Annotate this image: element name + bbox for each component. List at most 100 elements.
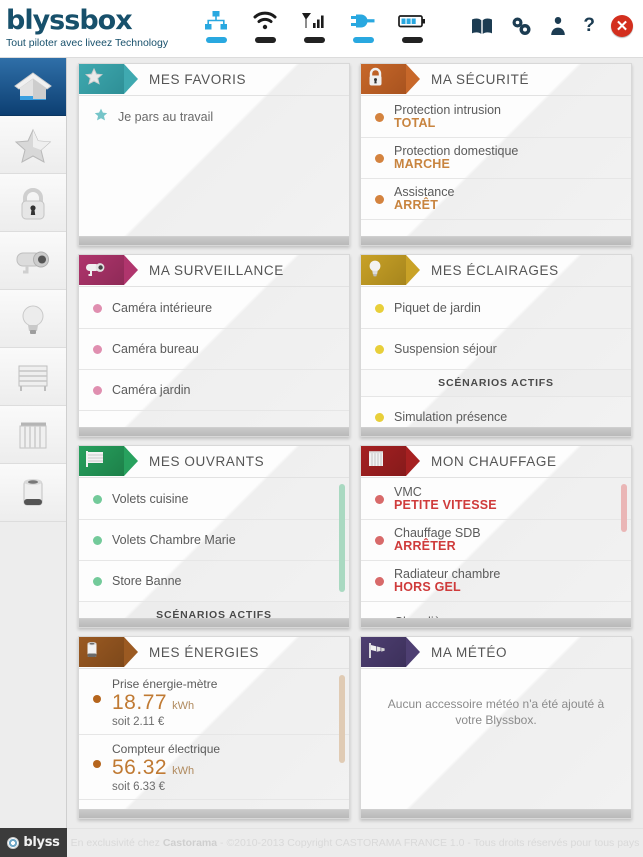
star-icon bbox=[84, 67, 104, 92]
energy-label: Prise énergie-mètre bbox=[112, 677, 218, 691]
help-icon[interactable]: ? bbox=[583, 15, 595, 36]
device-name: Caméra bureau bbox=[112, 342, 199, 356]
list-item[interactable]: Assistance ARRÊT bbox=[361, 179, 631, 220]
panel-title-energies: MES ÉNERGIES bbox=[149, 645, 259, 660]
list-item[interactable]: Store Banne bbox=[79, 561, 349, 602]
camera-icon bbox=[16, 251, 49, 273]
app-window: blyssbox Tout piloter avec liveez Techno… bbox=[0, 0, 643, 857]
panel-header-ouvrants: MES OUVRANTS bbox=[79, 446, 349, 478]
list-item[interactable]: Volets cuisine bbox=[79, 479, 349, 520]
footer-suffix: - ©2010-2013 Copyright CASTORAMA FRANCE … bbox=[217, 837, 640, 849]
panel-securite: MA SÉCURITÉ Protection intrusion TOTAL Prot… bbox=[360, 63, 632, 246]
radiator-icon bbox=[19, 422, 47, 448]
list-item[interactable]: Je pars au travail bbox=[79, 97, 349, 137]
house-icon bbox=[14, 71, 52, 100]
status-dot bbox=[93, 576, 102, 586]
panel-badge-eclairages bbox=[361, 255, 420, 285]
scenario-name: Simulation présence bbox=[394, 410, 508, 424]
list-item[interactable]: Piquet de jardin bbox=[361, 288, 631, 329]
panel-meteo: MA MÉTÉO Aucun accessoire météo n'a été a… bbox=[360, 636, 632, 819]
sidebar-item-surveillance[interactable] bbox=[0, 232, 66, 290]
status-dot bbox=[375, 194, 384, 204]
scenario-item[interactable]: Simulation présence bbox=[361, 397, 631, 428]
panel-header-energies: MES ÉNERGIES bbox=[79, 637, 349, 669]
status-dot bbox=[93, 695, 101, 703]
list-item[interactable]: Protection domestique MARCHE bbox=[361, 138, 631, 179]
sidebar-item-energy[interactable] bbox=[0, 464, 66, 522]
power-plug-icon bbox=[350, 8, 376, 34]
panel-header-surveillance: MA SURVEILLANCE bbox=[79, 255, 349, 287]
panel-chauffage: MON CHAUFFAGE VMC PETITE VITESSE Chauffage … bbox=[360, 445, 632, 628]
panel-body-energies: Prise énergie-mètre 18.77 kWh soit 2.11 € Co… bbox=[79, 670, 349, 810]
energy-cost: soit 2.11 € bbox=[112, 716, 165, 728]
sidebar-item-shutters[interactable] bbox=[0, 348, 66, 406]
device-name: Chaudière bbox=[394, 615, 452, 619]
close-icon-label: ✕ bbox=[615, 17, 629, 35]
panel-header-eclairages: MES ÉCLAIRAGES bbox=[361, 255, 631, 287]
radiator-icon bbox=[366, 449, 386, 474]
device-name: Caméra jardin bbox=[112, 383, 191, 397]
list-item-text: Protection intrusion TOTAL bbox=[394, 104, 501, 130]
brand-logo: blyssbox Tout piloter avec liveez Techno… bbox=[6, 5, 168, 50]
list-item[interactable]: Protection intrusion TOTAL bbox=[361, 97, 631, 138]
status-dot bbox=[93, 494, 102, 504]
list-item[interactable]: Radiateur chambre HORS GEL bbox=[361, 561, 631, 602]
energy-item[interactable]: Prise énergie-mètre 18.77 kWh soit 2.11 € bbox=[79, 670, 349, 735]
favorite-label: Je pars au travail bbox=[118, 110, 214, 124]
sidebar-item-home[interactable] bbox=[0, 58, 66, 116]
list-item[interactable]: VMC PETITE VITESSE bbox=[361, 479, 631, 520]
panel-badge-energies bbox=[79, 637, 138, 667]
list-item[interactable]: Caméra jardin bbox=[79, 370, 349, 411]
status-dot bbox=[375, 412, 384, 422]
panel-title-eclairages: MES ÉCLAIRAGES bbox=[431, 263, 559, 278]
sidebar-item-heating[interactable] bbox=[0, 406, 66, 464]
status-dot bbox=[375, 617, 384, 619]
help-icon-label: ? bbox=[583, 15, 595, 36]
close-icon[interactable]: ✕ bbox=[611, 15, 633, 37]
list-item-text: Chauffage SDB ARRÊTER bbox=[394, 527, 481, 553]
list-item[interactable]: Volets Chambre Marie bbox=[79, 520, 349, 561]
panel-scrollbar[interactable] bbox=[339, 675, 345, 763]
padlock-icon bbox=[21, 187, 45, 219]
list-item[interactable]: Caméra intérieure bbox=[79, 288, 349, 329]
list-item-text: Assistance ARRÊT bbox=[394, 186, 454, 212]
energy-unit: kWh bbox=[172, 765, 195, 777]
sidebar-item-security[interactable] bbox=[0, 174, 66, 232]
scenarios-header: SCÉNARIOS ACTIFS bbox=[361, 370, 631, 397]
status-dot bbox=[375, 494, 384, 504]
shutter-icon bbox=[18, 365, 48, 391]
panel-body-surveillance: Caméra intérieure Caméra bureau Caméra jar… bbox=[79, 288, 349, 428]
energy-value-line: 18.77 kWh bbox=[93, 692, 349, 714]
list-item-text: VMC PETITE VITESSE bbox=[394, 486, 497, 512]
brand-name: blyssbox bbox=[6, 5, 133, 36]
list-item[interactable]: Suspension séjour bbox=[361, 329, 631, 370]
list-item[interactable]: Chauffage SDB ARRÊTER bbox=[361, 520, 631, 561]
user-icon[interactable] bbox=[549, 16, 567, 36]
list-item-text: Radiateur chambre HORS GEL bbox=[394, 568, 500, 594]
status-dot bbox=[375, 303, 384, 313]
app-header: blyssbox Tout piloter avec liveez Techno… bbox=[0, 0, 643, 58]
list-item-text: Chaudière bbox=[394, 615, 452, 619]
settings-gears-icon[interactable] bbox=[509, 16, 533, 36]
panel-title-ouvrants: MES OUVRANTS bbox=[149, 454, 265, 469]
book-icon[interactable] bbox=[471, 17, 493, 35]
list-item[interactable]: Chaudière bbox=[361, 602, 631, 619]
status-bar-ethernet bbox=[205, 37, 227, 43]
panel-header-chauffage: MON CHAUFFAGE bbox=[361, 446, 631, 478]
sidebar-item-lighting[interactable] bbox=[0, 290, 66, 348]
panel-scrollbar[interactable] bbox=[621, 484, 627, 532]
status-indicator-group bbox=[200, 8, 428, 43]
panel-badge-surveillance bbox=[79, 255, 138, 285]
list-item[interactable]: Caméra bureau bbox=[79, 329, 349, 370]
status-dot bbox=[375, 153, 384, 163]
lightbulb-icon bbox=[22, 305, 44, 334]
sidebar-item-favorites[interactable] bbox=[0, 116, 66, 174]
device-state: MARCHE bbox=[394, 157, 451, 171]
panel-header-meteo: MA MÉTÉO bbox=[361, 637, 631, 669]
panel-scrollbar[interactable] bbox=[339, 484, 345, 592]
star-icon bbox=[14, 128, 52, 163]
panel-badge-meteo bbox=[361, 637, 420, 667]
device-state: ARRÊTER bbox=[394, 539, 456, 553]
energy-item[interactable]: Compteur électrique 56.32 kWh soit 6.33 € bbox=[79, 735, 349, 800]
status-dot bbox=[375, 344, 384, 354]
